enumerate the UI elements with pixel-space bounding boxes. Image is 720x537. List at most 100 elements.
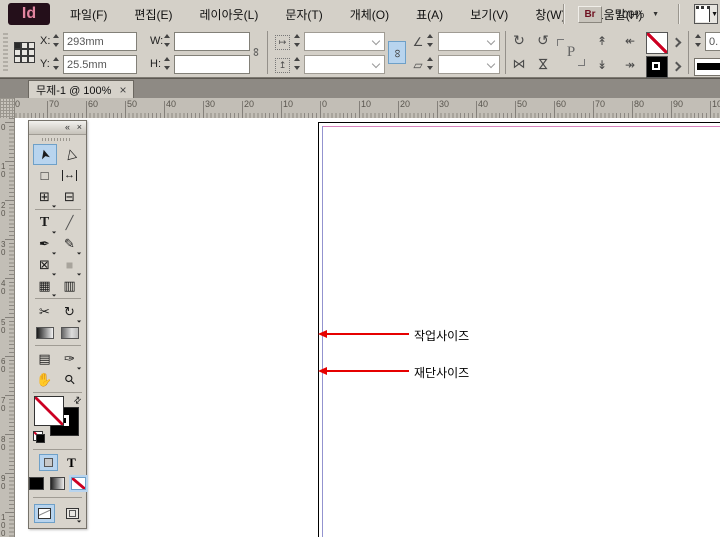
frame-tool[interactable]: ⊠: [33, 254, 57, 276]
zoom-tool[interactable]: ⚲: [58, 369, 82, 390]
default-fill-stroke-icon[interactable]: [33, 431, 45, 443]
scale-x-spinner[interactable]: [293, 32, 302, 49]
eyedropper-tool[interactable]: ✑: [58, 348, 82, 370]
flip-horizontal-button[interactable]: ⋈: [511, 56, 527, 72]
select-container-p-button[interactable]: P: [557, 39, 585, 66]
note-tool[interactable]: ▤: [33, 348, 57, 369]
apply-gradient-button[interactable]: [50, 477, 65, 490]
select-container-button[interactable]: ↟: [594, 33, 610, 49]
menu-window[interactable]: 창(W): [535, 6, 565, 23]
x-position-field[interactable]: [63, 32, 137, 51]
type-tool[interactable]: T: [33, 212, 57, 234]
x-spinner[interactable]: [52, 32, 61, 49]
shear-combo[interactable]: [438, 55, 500, 74]
constrain-wh-chain-icon[interactable]: ∞: [248, 44, 264, 60]
selection-tool[interactable]: ➤: [32, 144, 57, 165]
reference-point[interactable]: [21, 49, 28, 56]
content-collector-tool[interactable]: ⊞: [33, 186, 57, 208]
rotate-ccw-button[interactable]: ↺: [535, 32, 551, 48]
y-spinner[interactable]: [52, 55, 61, 72]
h-spinner[interactable]: [163, 55, 172, 72]
reference-point[interactable]: [14, 56, 21, 63]
fill-swatch[interactable]: [646, 32, 668, 54]
reference-point[interactable]: [21, 56, 28, 63]
constrain-scale-chain-button[interactable]: ∞: [388, 41, 406, 64]
reference-point[interactable]: [28, 42, 35, 49]
menu-object[interactable]: 개체(O): [350, 6, 389, 23]
bridge-button[interactable]: Br: [578, 6, 602, 23]
direct-selection-tool[interactable]: ▷: [58, 144, 82, 165]
stroke-swatch[interactable]: [646, 56, 668, 78]
rectangle-tool[interactable]: ■: [58, 254, 82, 276]
stroke-weight-spinner[interactable]: [694, 32, 703, 49]
y-label: Y:: [40, 58, 50, 70]
horizontal-grid-tool[interactable]: ▦: [33, 275, 57, 297]
w-spinner[interactable]: [163, 32, 172, 49]
menu-view[interactable]: 보기(V): [470, 6, 508, 23]
content-placer-tool[interactable]: ⊟: [58, 186, 82, 207]
gradient-feather-tool[interactable]: [58, 322, 82, 343]
gap-tool[interactable]: ↔: [58, 165, 82, 186]
y-position-field[interactable]: [63, 55, 137, 74]
close-panel-icon[interactable]: ×: [77, 121, 82, 133]
menu-edit[interactable]: 편집(E): [134, 6, 172, 23]
zoom-level-dropdown[interactable]: 100% ▼: [616, 6, 659, 23]
pencil-tool[interactable]: ✎: [58, 233, 82, 255]
apply-none-button[interactable]: [71, 477, 86, 490]
menu-layout[interactable]: 레이아웃(L): [199, 6, 258, 23]
vertical-ruler[interactable]: 0 10 20 30 40 50 60 70 80 90 100: [0, 118, 15, 537]
normal-view-button[interactable]: [33, 504, 55, 523]
collapse-panel-icon[interactable]: «: [65, 121, 70, 133]
tab-close-icon[interactable]: ×: [119, 84, 126, 96]
document-tab[interactable]: 무제-1 @ 100% ×: [28, 80, 135, 99]
line-tool[interactable]: ╱: [58, 212, 82, 233]
width-field[interactable]: [174, 32, 250, 51]
shear-spinner[interactable]: [426, 55, 435, 72]
scissors-tool[interactable]: ✂: [33, 301, 57, 322]
fill-indicator[interactable]: [34, 396, 64, 426]
ruler-origin-corner[interactable]: [0, 98, 15, 119]
hand-tool[interactable]: ✋: [33, 369, 57, 390]
reference-point[interactable]: [21, 42, 28, 49]
panel-grip[interactable]: [3, 33, 8, 72]
rotation-combo[interactable]: [438, 32, 500, 51]
scale-y-combo[interactable]: [304, 55, 385, 74]
reference-point[interactable]: [28, 49, 35, 56]
formatting-affects-container-button[interactable]: [39, 454, 59, 471]
height-field[interactable]: [174, 55, 250, 74]
menu-type[interactable]: 문자(T): [285, 6, 322, 23]
document-canvas[interactable]: 작업사이즈 재단사이즈 0 10 20 30 40 50 60 70 80 90 100 « × ➤…: [0, 118, 720, 537]
tools-panel-header[interactable]: « ×: [29, 121, 86, 135]
scale-y-spinner[interactable]: [293, 55, 302, 72]
reference-point[interactable]: [14, 49, 21, 56]
menu-file[interactable]: 파일(F): [70, 6, 107, 23]
menu-table[interactable]: 표(A): [416, 6, 443, 23]
scale-x-combo[interactable]: [304, 32, 385, 51]
flip-vertical-button[interactable]: ⋈: [535, 56, 551, 72]
page-tool[interactable]: □: [33, 165, 57, 186]
reference-point-proxy[interactable]: [14, 42, 36, 64]
apply-color-button[interactable]: [29, 477, 44, 490]
horizontal-ruler[interactable]: 80706050403020100102030405060708090100: [0, 98, 720, 119]
reference-point[interactable]: [28, 56, 35, 63]
reference-point[interactable]: [14, 42, 21, 49]
panel-drag-grip[interactable]: [29, 135, 86, 144]
rotation-spinner[interactable]: [426, 32, 435, 49]
stroke-weight-field[interactable]: [705, 32, 720, 51]
stroke-type-dropdown[interactable]: [694, 58, 720, 76]
vertical-grid-tool[interactable]: ▥: [58, 275, 82, 296]
formatting-affects-text-button[interactable]: T: [67, 455, 76, 471]
swap-fill-stroke-icon[interactable]: ⇄: [72, 394, 85, 407]
free-transform-tool[interactable]: ↻: [58, 301, 82, 323]
preview-view-button[interactable]: [63, 505, 82, 523]
select-content-button[interactable]: ↡: [594, 57, 610, 73]
pen-tool[interactable]: ✒: [33, 233, 57, 255]
fill-flyout-chevron-icon[interactable]: [672, 38, 680, 46]
select-previous-object-button[interactable]: ↞: [622, 33, 638, 49]
select-next-object-button[interactable]: ↠: [622, 57, 638, 73]
workspace-switcher-icon[interactable]: ▼: [694, 4, 718, 24]
rotate-cw-button[interactable]: ↻: [511, 32, 527, 48]
stroke-flyout-chevron-icon[interactable]: [672, 62, 680, 70]
fill-stroke-indicator: ⇄: [33, 394, 85, 447]
gradient-swatch-tool[interactable]: [33, 322, 57, 343]
